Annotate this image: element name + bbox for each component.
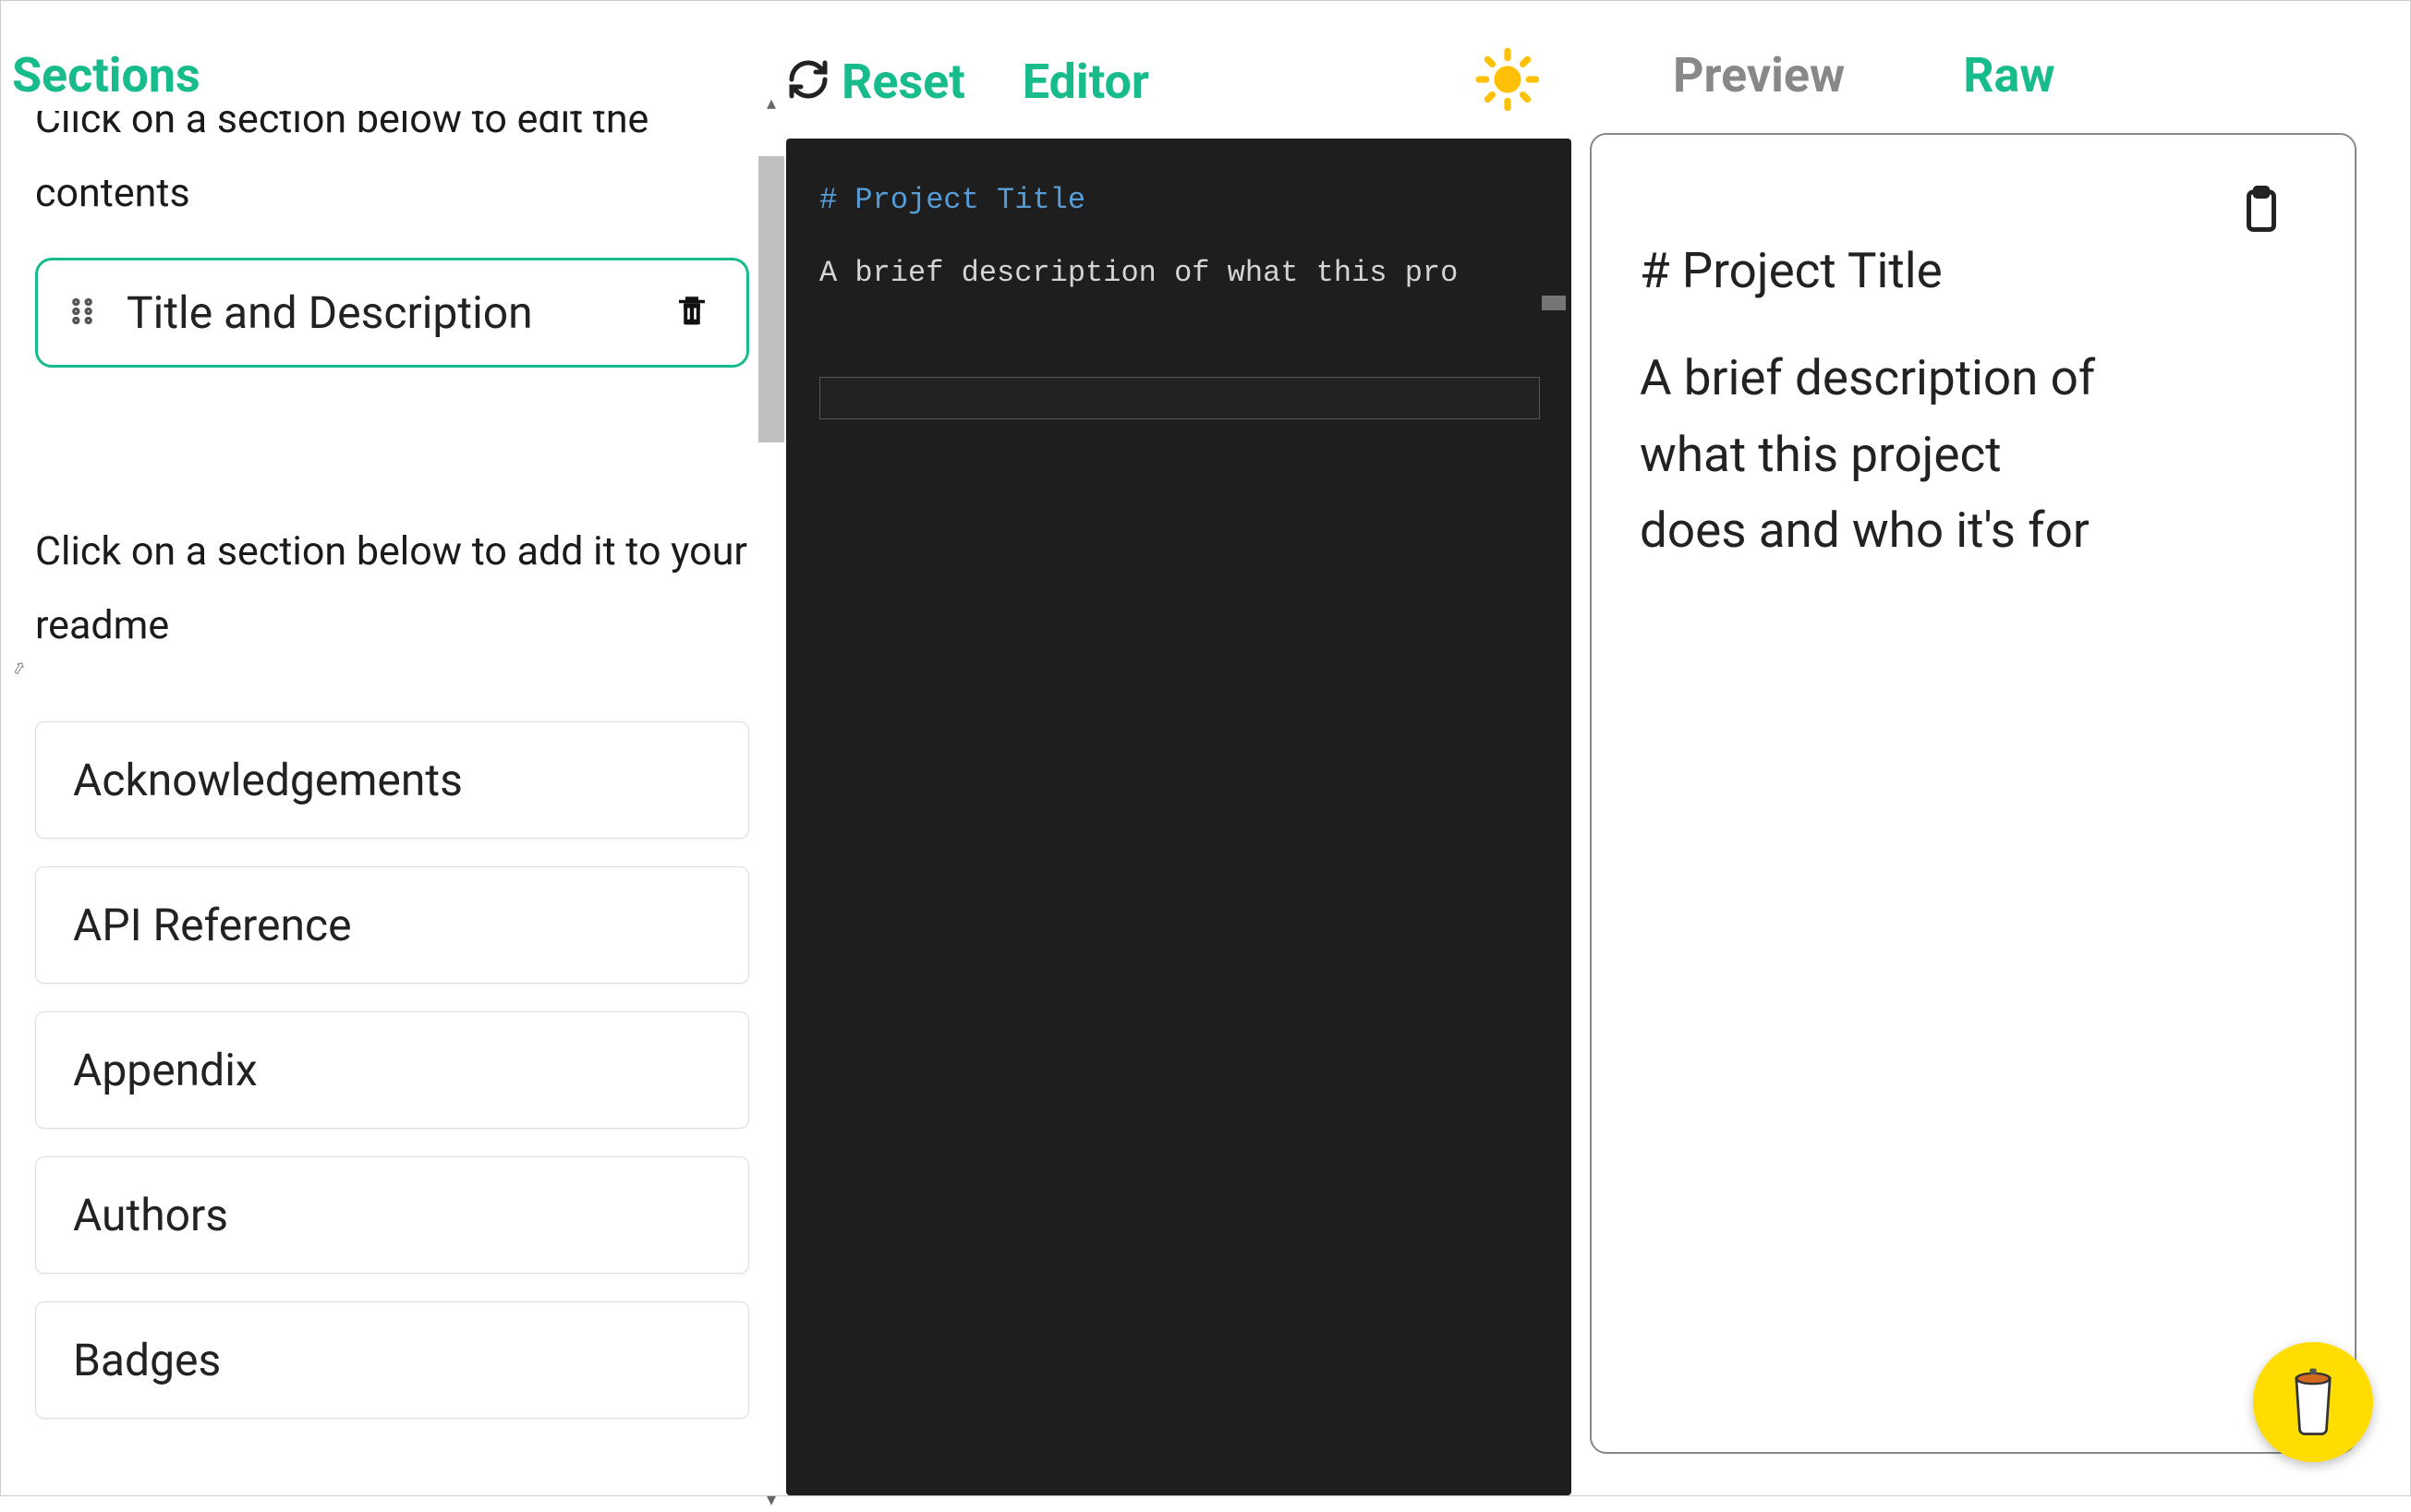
tab-raw[interactable]: Raw — [1963, 47, 2054, 103]
selected-section-card[interactable]: Title and Description — [35, 258, 749, 368]
selected-section-label: Title and Description — [127, 286, 672, 339]
buy-me-coffee-button[interactable] — [2253, 1342, 2373, 1462]
editor-panel: Reset Editor — [786, 10, 1590, 1495]
drag-handle-icon[interactable] — [64, 293, 101, 333]
reset-icon — [786, 57, 830, 105]
reset-button[interactable]: Reset — [786, 54, 965, 110]
add-instruction-text: Click on a section below to add it to yo… — [35, 515, 749, 662]
scroll-arrow-down-icon[interactable]: ▾ — [758, 1486, 784, 1512]
section-item-acknowledgements[interactable]: Acknowledgements — [35, 721, 749, 839]
scroll-arrow-up-icon[interactable]: ▴ — [758, 90, 784, 115]
trash-icon[interactable] — [672, 292, 711, 334]
sun-icon — [1475, 47, 1540, 112]
clipboard-icon[interactable] — [2236, 181, 2286, 240]
section-item-badges[interactable]: Badges — [35, 1301, 749, 1419]
raw-output-body: A brief description of what this project… — [1640, 340, 2111, 569]
preview-panel: Preview Raw # Project Title A brief desc… — [1590, 10, 2393, 1495]
editor-line-body: A brief description of what this pro — [819, 256, 1538, 290]
editor-active-line — [819, 377, 1540, 419]
scrollbar-thumb[interactable] — [758, 156, 784, 442]
sections-panel: Sections Click on a section below to edi… — [1, 10, 786, 1495]
section-item-appendix[interactable]: Appendix — [35, 1011, 749, 1129]
sections-title: Sections — [1, 47, 786, 103]
tab-preview[interactable]: Preview — [1673, 47, 1845, 103]
coffee-cup-icon — [2287, 1365, 2339, 1439]
editor-horizontal-scrollbar[interactable] — [1542, 296, 1566, 310]
section-item-authors[interactable]: Authors — [35, 1156, 749, 1274]
raw-output-title: # Project Title — [1640, 242, 2307, 299]
theme-toggle-button[interactable] — [1475, 47, 1540, 115]
editor-title: Editor — [1023, 54, 1149, 110]
reset-label: Reset — [842, 54, 965, 110]
editor-line-heading: # Project Title — [819, 183, 1538, 217]
edit-instruction-text: Click on a section below to edit the con… — [35, 111, 749, 230]
sidebar-scrollbar[interactable]: ▴ ▾ — [758, 112, 784, 1490]
raw-output-box: # Project Title A brief description of w… — [1590, 133, 2356, 1454]
section-item-api-reference[interactable]: API Reference — [35, 866, 749, 984]
code-editor[interactable]: # Project Title A brief description of w… — [786, 139, 1571, 1495]
